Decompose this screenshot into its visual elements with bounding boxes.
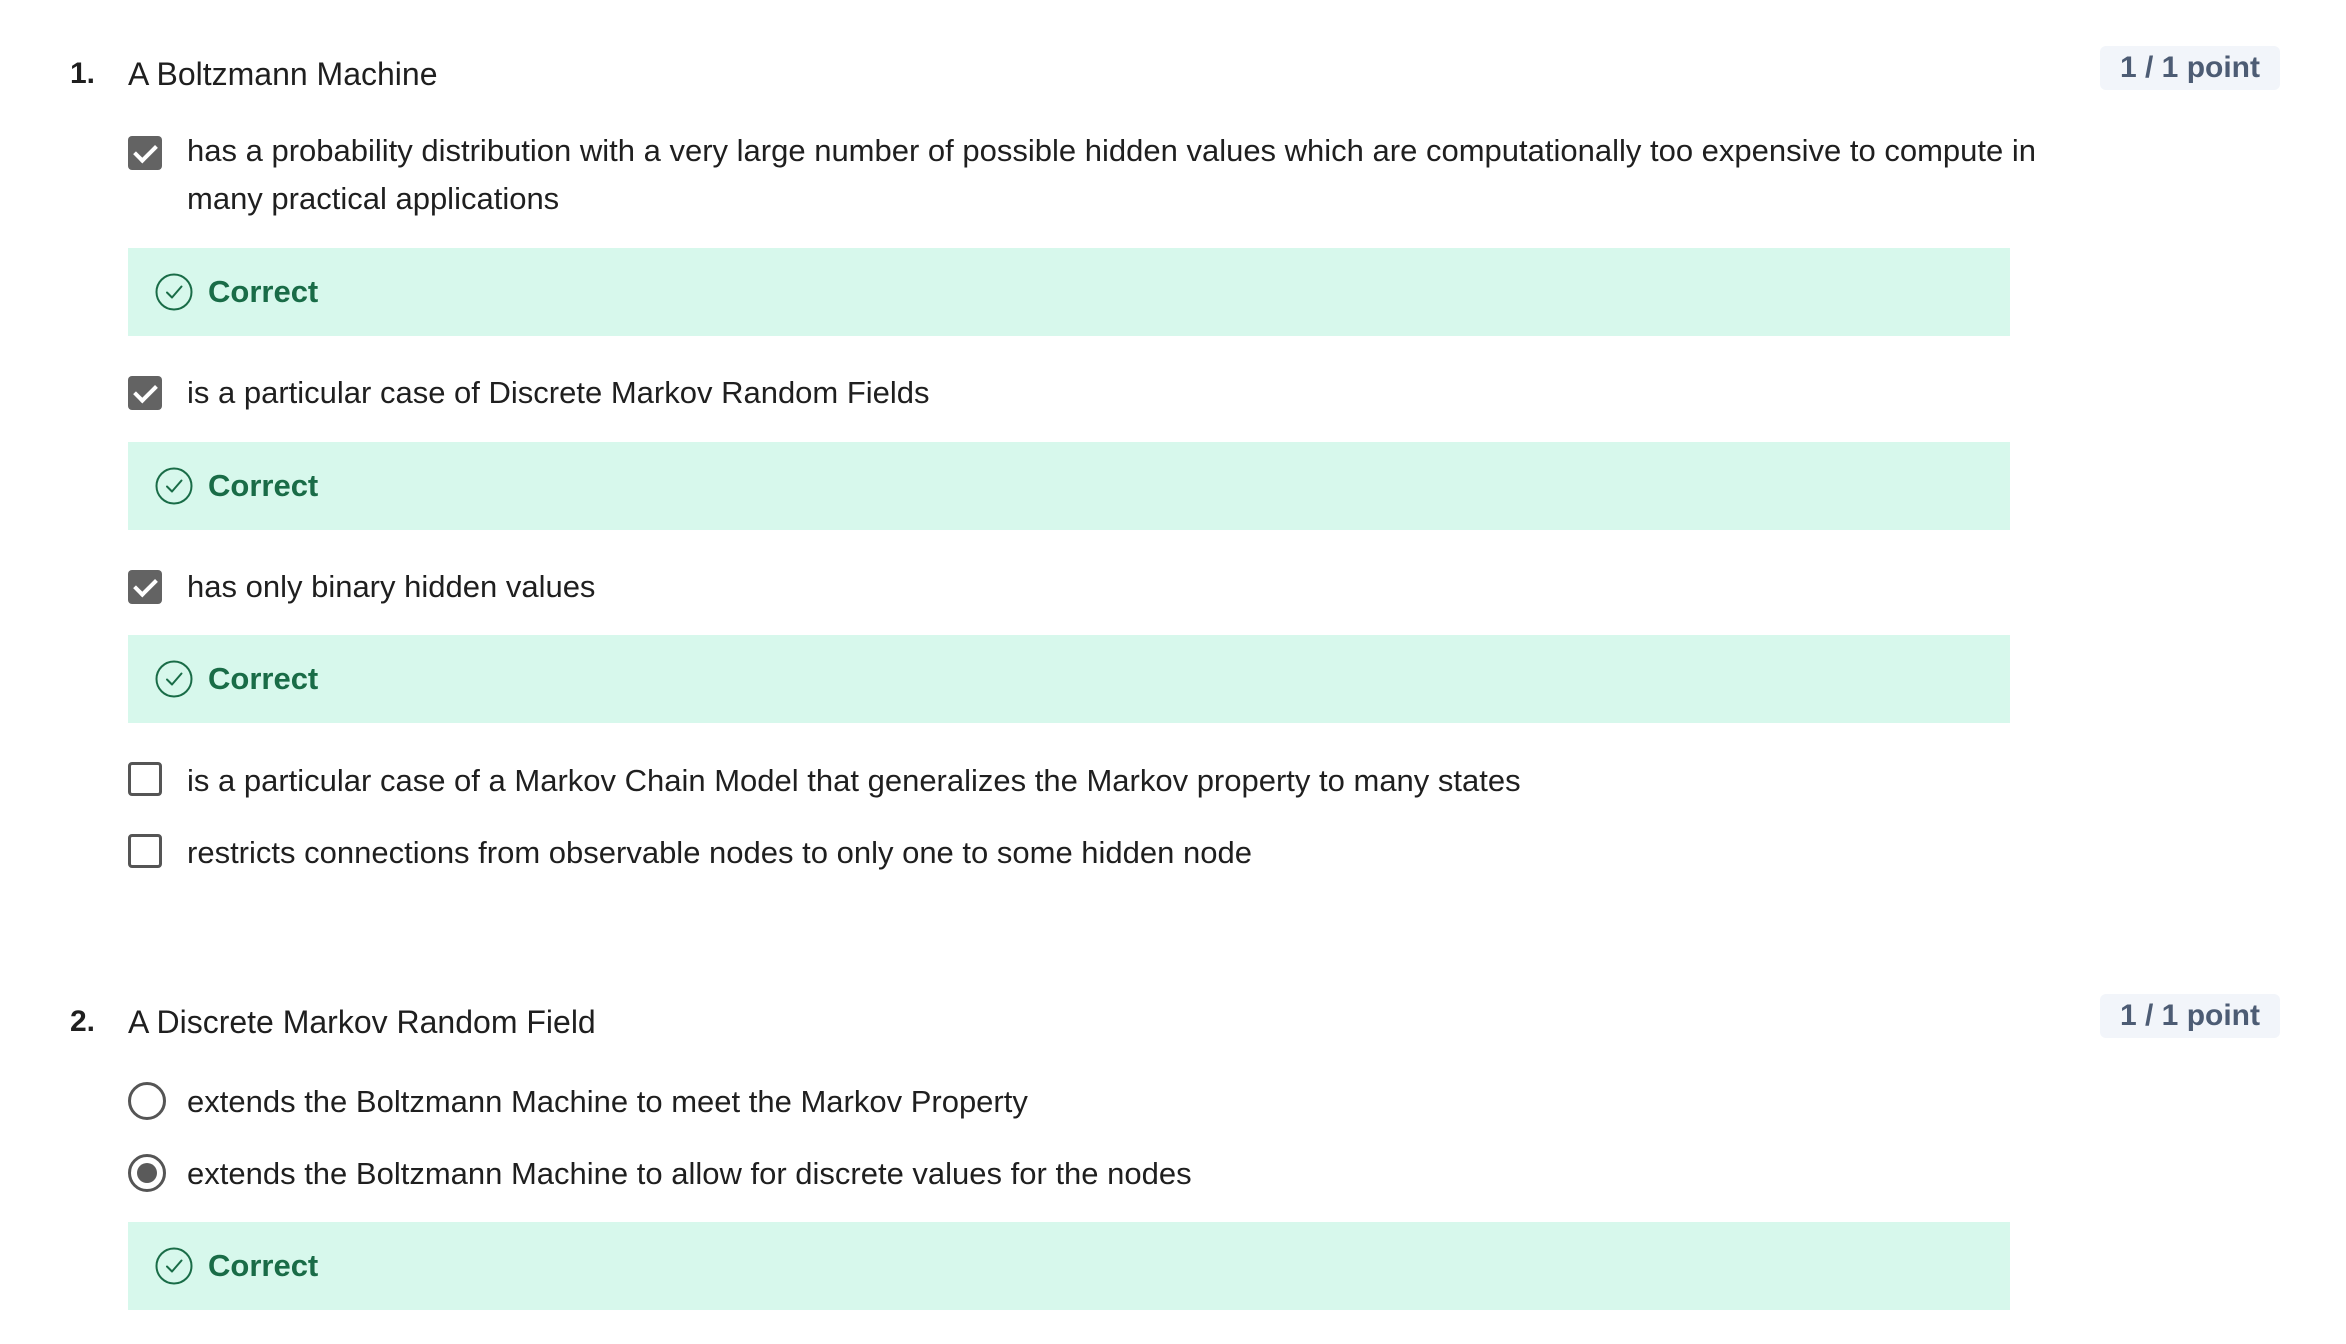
option-text: restricts connections from observable no… [187,835,1252,870]
option-text: is a particular case of a Markov Chain M… [187,763,1521,798]
points-badge: 1 / 1 point [2099,994,2280,1038]
option-text: extends the Boltzmann Machine to allow f… [187,1156,1192,1191]
feedback-label: Correct [208,274,319,309]
question-title: A Boltzmann Machine [128,56,438,92]
feedback-correct: Correct [128,442,2010,530]
checkbox-checked-icon[interactable] [128,376,162,410]
feedback-label: Correct [208,468,319,503]
checkbox-unchecked-icon[interactable] [128,762,162,796]
feedback-label: Correct [208,1248,319,1283]
feedback-label: Correct [208,661,319,696]
checkbox-checked-icon[interactable] [128,136,162,170]
option-text: extends the Boltzmann Machine to meet th… [187,1084,1028,1119]
question-title: A Discrete Markov Random Field [128,1004,596,1040]
radio-unselected-icon[interactable] [128,1082,166,1120]
points-badge: 1 / 1 point [2099,46,2280,90]
check-circle-icon [155,1247,193,1285]
option-text: is a particular case of Discrete Markov … [187,375,930,410]
radio-selected-icon[interactable] [128,1154,166,1192]
check-circle-icon [155,467,193,505]
feedback-correct: Correct [128,635,2010,723]
checkbox-unchecked-icon[interactable] [128,834,162,868]
question-number: 1. [70,57,96,90]
quiz-results-page: 1. A Boltzmann Machine 1 / 1 point has a… [0,0,2346,1344]
check-circle-icon [155,660,193,698]
checkbox-checked-icon[interactable] [128,570,162,604]
feedback-correct: Correct [128,248,2010,336]
option-text: has only binary hidden values [187,569,596,604]
option-text: has a probability distribution with a ve… [187,133,2036,216]
feedback-correct: Correct [128,1222,2010,1310]
question-number: 2. [70,1005,96,1038]
check-circle-icon [155,273,193,311]
